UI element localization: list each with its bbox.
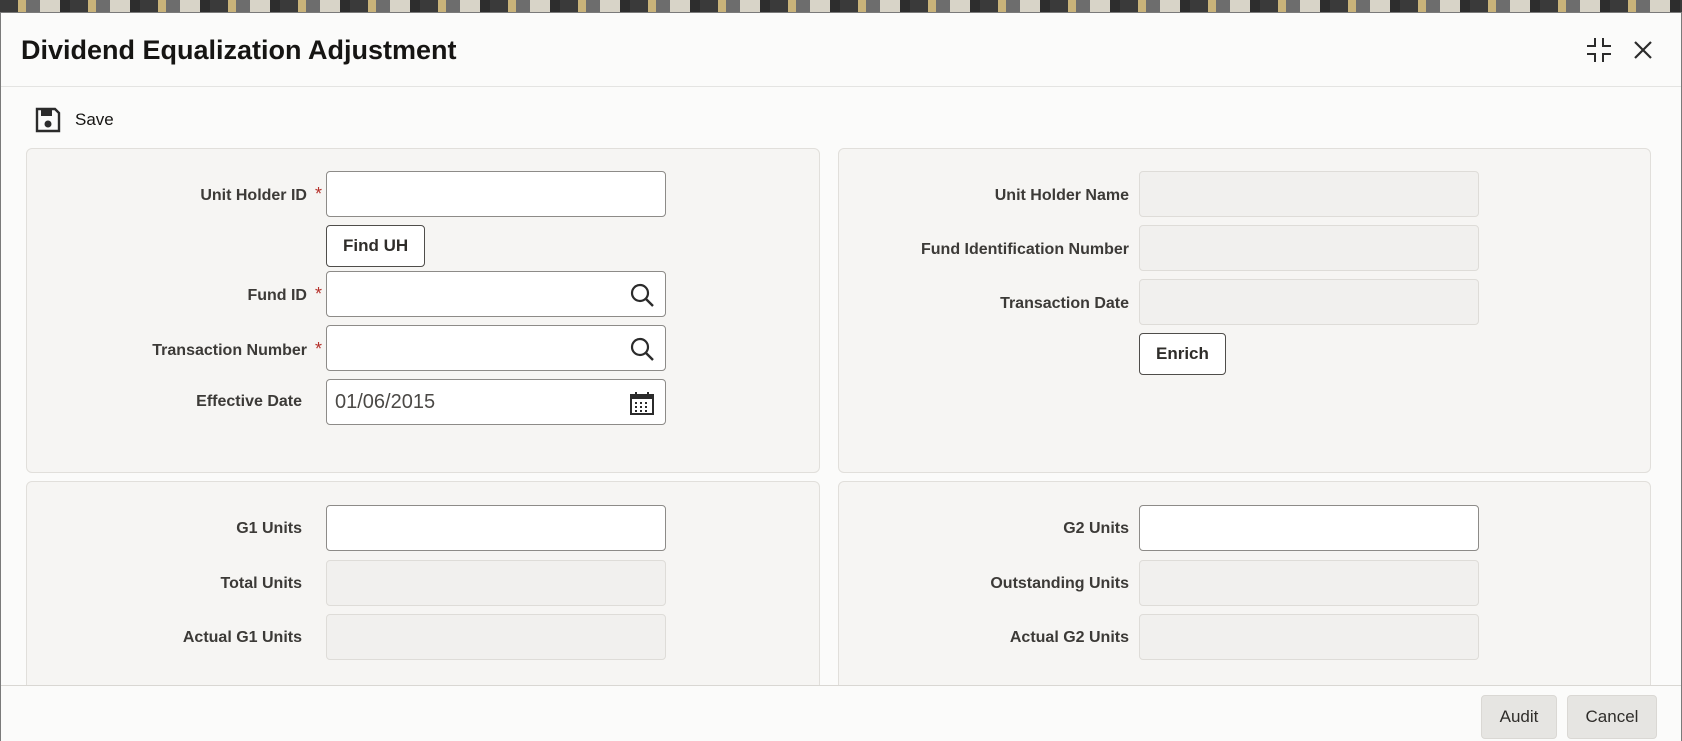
effective-date-label: Effective Date xyxy=(196,393,302,410)
transaction-number-input[interactable] xyxy=(326,325,666,371)
required-marker: * xyxy=(314,284,322,304)
g1-units-input[interactable] xyxy=(326,505,666,551)
total-units-label: Total Units xyxy=(220,575,302,592)
unit-holder-name-field xyxy=(1139,171,1479,217)
calendar-icon[interactable] xyxy=(629,390,655,416)
g2-units-field[interactable] xyxy=(1140,506,1438,550)
find-uh-button[interactable]: Find UH xyxy=(326,225,426,267)
save-button[interactable]: Save xyxy=(35,105,114,135)
transaction-details-panel: Unit Holder Name Fund Identification Num… xyxy=(838,148,1651,473)
search-icon[interactable] xyxy=(629,282,655,308)
unit-holder-panel: Unit Holder ID * Find UH Fund ID * Transac… xyxy=(26,148,820,473)
actual-g2-units-label: Actual G2 Units xyxy=(1009,629,1129,646)
g1-units-field[interactable] xyxy=(327,506,625,550)
transaction-number-label: Transaction Number * xyxy=(152,339,322,359)
effective-date-field[interactable] xyxy=(327,380,625,424)
search-icon[interactable] xyxy=(629,336,655,362)
outstanding-units-label: Outstanding Units xyxy=(990,575,1129,592)
background-banner xyxy=(0,0,1682,12)
dialog-footer: Audit Cancel xyxy=(1,685,1681,741)
g1-units-label: G1 Units xyxy=(236,520,302,537)
required-marker: * xyxy=(314,184,322,204)
enrich-button[interactable]: Enrich xyxy=(1139,333,1226,375)
transaction-number-field[interactable] xyxy=(327,326,625,370)
audit-button[interactable]: Audit xyxy=(1481,695,1557,739)
actual-g1-units-label: Actual G1 Units xyxy=(182,629,302,646)
effective-date-input[interactable] xyxy=(326,379,666,425)
collapse-icon[interactable] xyxy=(1584,35,1614,65)
close-icon[interactable] xyxy=(1628,35,1658,65)
fund-id-label: Fund ID * xyxy=(247,284,322,304)
g2-units-label: G2 Units xyxy=(1063,520,1129,537)
fund-identification-number-label: Fund Identification Number xyxy=(921,241,1129,258)
unit-holder-id-field[interactable] xyxy=(327,172,625,216)
fund-id-field[interactable] xyxy=(327,272,625,316)
title-bar: Dividend Equalization Adjustment xyxy=(1,13,1681,87)
save-label: Save xyxy=(75,110,114,129)
page-title: Dividend Equalization Adjustment xyxy=(21,35,457,65)
transaction-date-label: Transaction Date xyxy=(1000,295,1129,312)
dialog-window: Dividend Equalization Adjustment Save Un… xyxy=(0,12,1682,741)
transaction-date-field xyxy=(1139,279,1479,325)
unit-holder-id-input[interactable] xyxy=(326,171,666,217)
unit-holder-name-label: Unit Holder Name xyxy=(994,187,1129,204)
actual-g2-units-field xyxy=(1139,614,1479,660)
total-units-field xyxy=(326,560,666,606)
fund-identification-number-field xyxy=(1139,225,1479,271)
g2-units-panel: G2 Units Outstanding Units Actual G2 Uni… xyxy=(838,481,1651,703)
actual-g1-units-field xyxy=(326,614,666,660)
outstanding-units-field xyxy=(1139,560,1479,606)
required-marker: * xyxy=(314,339,322,359)
unit-holder-id-label: Unit Holder ID * xyxy=(200,184,322,204)
cancel-button[interactable]: Cancel xyxy=(1567,695,1657,739)
g2-units-input[interactable] xyxy=(1139,505,1479,551)
fund-id-input[interactable] xyxy=(326,271,666,317)
floppy-disk-icon xyxy=(35,107,61,133)
g1-units-panel: G1 Units Total Units Actual G1 Units xyxy=(26,481,820,703)
